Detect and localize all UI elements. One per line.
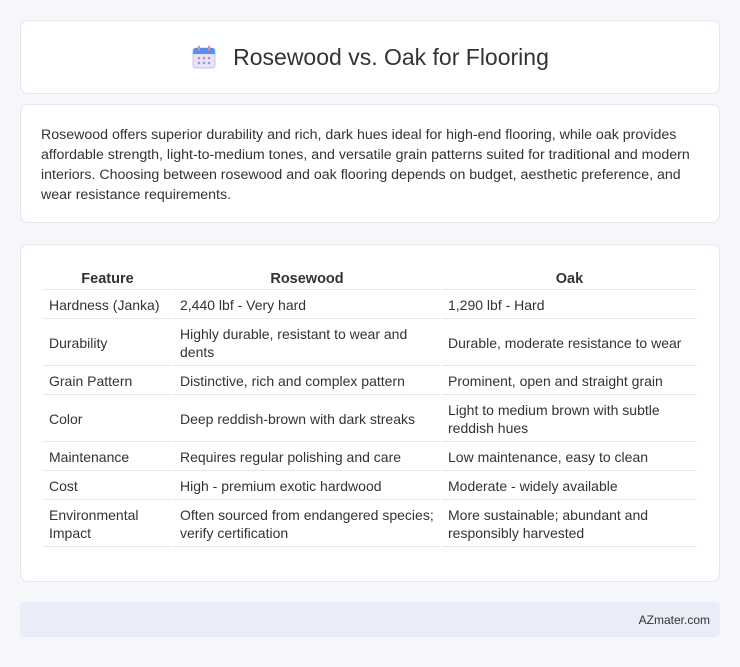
table-row: Cost High - premium exotic hardwood Mode…	[43, 473, 697, 500]
rosewood-cell: Distinctive, rich and complex pattern	[174, 368, 440, 395]
table-row: Grain Pattern Distinctive, rich and comp…	[43, 368, 697, 395]
calendar-icon	[192, 45, 216, 69]
rosewood-cell: Highly durable, resistant to wear and de…	[174, 321, 440, 366]
feature-cell: Grain Pattern	[43, 368, 172, 395]
feature-cell: Color	[43, 397, 172, 442]
summary-card: Rosewood offers superior durability and …	[20, 104, 720, 223]
table-header-row: Feature Rosewood Oak	[43, 267, 697, 290]
column-header-oak: Oak	[442, 267, 697, 290]
page-title: Rosewood vs. Oak for Flooring	[233, 43, 549, 70]
column-header-rosewood: Rosewood	[174, 267, 440, 290]
table-row: Environmental Impact Often sourced from …	[43, 502, 697, 547]
oak-cell: Moderate - widely available	[442, 473, 697, 500]
oak-cell: Durable, moderate resistance to wear	[442, 321, 697, 366]
feature-cell: Durability	[43, 321, 172, 366]
footer-brand[interactable]: AZmater.com	[639, 613, 710, 627]
feature-cell: Hardness (Janka)	[43, 292, 172, 319]
title-card: Rosewood vs. Oak for Flooring	[20, 20, 720, 94]
column-header-feature: Feature	[43, 267, 172, 290]
feature-cell: Cost	[43, 473, 172, 500]
oak-cell: 1,290 lbf - Hard	[442, 292, 697, 319]
table-row: Maintenance Requires regular polishing a…	[43, 444, 697, 471]
summary-text: Rosewood offers superior durability and …	[41, 127, 690, 203]
rosewood-cell: Deep reddish-brown with dark streaks	[174, 397, 440, 442]
table-row: Durability Highly durable, resistant to …	[43, 321, 697, 366]
oak-cell: Low maintenance, easy to clean	[442, 444, 697, 471]
footer: AZmater.com	[20, 602, 720, 637]
comparison-card: Feature Rosewood Oak Hardness (Janka) 2,…	[20, 244, 720, 582]
oak-cell: More sustainable; abundant and responsib…	[442, 502, 697, 547]
rosewood-cell: Requires regular polishing and care	[174, 444, 440, 471]
oak-cell: Light to medium brown with subtle reddis…	[442, 397, 697, 442]
feature-cell: Maintenance	[43, 444, 172, 471]
comparison-table: Feature Rosewood Oak Hardness (Janka) 2,…	[41, 265, 699, 549]
table-row: Color Deep reddish-brown with dark strea…	[43, 397, 697, 442]
oak-cell: Prominent, open and straight grain	[442, 368, 697, 395]
table-row: Hardness (Janka) 2,440 lbf - Very hard 1…	[43, 292, 697, 319]
rosewood-cell: 2,440 lbf - Very hard	[174, 292, 440, 319]
feature-cell: Environmental Impact	[43, 502, 172, 547]
rosewood-cell: Often sourced from endangered species; v…	[174, 502, 440, 547]
rosewood-cell: High - premium exotic hardwood	[174, 473, 440, 500]
